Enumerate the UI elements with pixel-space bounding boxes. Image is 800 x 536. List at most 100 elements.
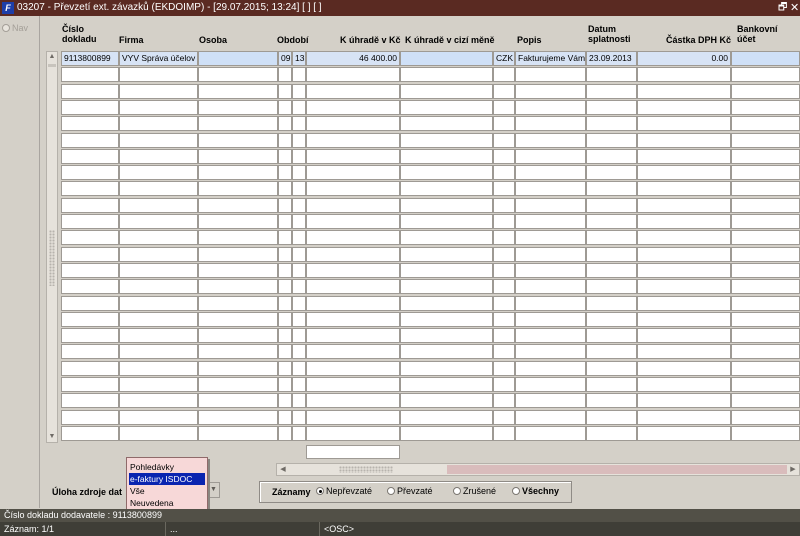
cell-k-uhrade-cizi-mena[interactable] bbox=[400, 214, 493, 229]
cell-mena[interactable] bbox=[493, 344, 515, 360]
cell-cislo-dokladu[interactable] bbox=[61, 311, 119, 327]
cell-cislo-dokladu[interactable] bbox=[61, 393, 119, 409]
cell-obdobi-rok[interactable] bbox=[292, 99, 306, 115]
cell-k-uhrade-kc[interactable] bbox=[306, 279, 400, 295]
cell-obdobi-mesic[interactable] bbox=[278, 295, 292, 311]
cell-k-uhrade-cizi-mena[interactable] bbox=[400, 393, 493, 409]
cell-castka-dph[interactable] bbox=[637, 279, 731, 295]
cell-osoba[interactable] bbox=[198, 262, 278, 278]
cell-obdobi-rok[interactable] bbox=[292, 377, 306, 392]
cell-k-uhrade-cizi-mena[interactable] bbox=[400, 246, 493, 262]
cell-mena[interactable] bbox=[493, 311, 515, 327]
cell-k-uhrade-cizi-mena[interactable] bbox=[400, 409, 493, 425]
scrollbar-thumb[interactable] bbox=[48, 64, 56, 67]
cell-castka-dph[interactable] bbox=[637, 214, 731, 229]
radio-vsechny[interactable]: Všechny bbox=[512, 486, 559, 496]
dropdown-option-e-faktury-isdoc[interactable]: e-faktury ISDOC bbox=[129, 473, 205, 485]
dropdown-option-neuvedena[interactable]: Neuvedena bbox=[129, 497, 205, 509]
cell-datum-splatnosti[interactable] bbox=[586, 360, 637, 376]
cell-k-uhrade-kc[interactable] bbox=[306, 311, 400, 327]
cell-k-uhrade-kc[interactable] bbox=[306, 246, 400, 262]
cell-cislo-dokladu[interactable] bbox=[61, 132, 119, 148]
dropdown-option-vse[interactable]: Vše bbox=[129, 485, 205, 497]
cell-mena[interactable] bbox=[493, 230, 515, 246]
cell-obdobi-rok[interactable] bbox=[292, 328, 306, 344]
cell-mena[interactable] bbox=[493, 214, 515, 229]
cell-firma[interactable] bbox=[119, 116, 198, 132]
cell-cislo-dokladu[interactable] bbox=[61, 165, 119, 181]
cell-mena[interactable] bbox=[493, 246, 515, 262]
cell-firma[interactable] bbox=[119, 165, 198, 181]
cell-cislo-dokladu[interactable] bbox=[61, 181, 119, 197]
cell-castka-dph[interactable] bbox=[637, 99, 731, 115]
cell-datum-splatnosti[interactable] bbox=[586, 99, 637, 115]
cell-k-uhrade-kc[interactable] bbox=[306, 262, 400, 278]
cell-firma[interactable] bbox=[119, 377, 198, 392]
cell-obdobi-mesic[interactable] bbox=[278, 344, 292, 360]
cell-obdobi-rok[interactable] bbox=[292, 344, 306, 360]
cell-osoba[interactable] bbox=[198, 83, 278, 99]
cell-obdobi-rok[interactable] bbox=[292, 393, 306, 409]
cell-castka-dph[interactable] bbox=[637, 344, 731, 360]
cell-castka-dph[interactable]: 0.00 bbox=[637, 51, 731, 66]
cell-mena[interactable] bbox=[493, 116, 515, 132]
cell-k-uhrade-kc[interactable] bbox=[306, 181, 400, 197]
column-header-popis[interactable]: Popis bbox=[517, 35, 542, 45]
cell-obdobi-mesic[interactable] bbox=[278, 181, 292, 197]
cell-bankovni-ucet[interactable] bbox=[731, 344, 800, 360]
cell-datum-splatnosti[interactable] bbox=[586, 328, 637, 344]
cell-osoba[interactable] bbox=[198, 230, 278, 246]
cell-cislo-dokladu[interactable] bbox=[61, 214, 119, 229]
cell-k-uhrade-cizi-mena[interactable] bbox=[400, 230, 493, 246]
cell-castka-dph[interactable] bbox=[637, 67, 731, 83]
cell-k-uhrade-kc[interactable] bbox=[306, 393, 400, 409]
cell-bankovni-ucet[interactable] bbox=[731, 262, 800, 278]
cell-mena[interactable] bbox=[493, 67, 515, 83]
task-source-dropdown[interactable]: Pohledávky e-faktury ISDOC Vše Neuvedena bbox=[126, 457, 208, 513]
cell-bankovni-ucet[interactable] bbox=[731, 181, 800, 197]
cell-firma[interactable] bbox=[119, 295, 198, 311]
scroll-right-icon[interactable]: ▶ bbox=[787, 464, 799, 475]
cell-obdobi-mesic[interactable] bbox=[278, 230, 292, 246]
cell-obdobi-mesic[interactable] bbox=[278, 425, 292, 441]
cell-k-uhrade-kc[interactable] bbox=[306, 230, 400, 246]
cell-obdobi-rok[interactable] bbox=[292, 425, 306, 441]
radio-neprevzate[interactable]: Nepřevzaté bbox=[316, 486, 372, 496]
cell-k-uhrade-cizi-mena[interactable] bbox=[400, 425, 493, 441]
cell-firma[interactable] bbox=[119, 181, 198, 197]
cell-osoba[interactable] bbox=[198, 99, 278, 115]
cell-osoba[interactable] bbox=[198, 344, 278, 360]
cell-firma[interactable] bbox=[119, 279, 198, 295]
cell-firma[interactable] bbox=[119, 83, 198, 99]
cell-obdobi-mesic[interactable] bbox=[278, 197, 292, 213]
cell-datum-splatnosti[interactable] bbox=[586, 311, 637, 327]
cell-obdobi-mesic[interactable] bbox=[278, 67, 292, 83]
cell-bankovni-ucet[interactable] bbox=[731, 148, 800, 164]
cell-obdobi-rok[interactable] bbox=[292, 214, 306, 229]
cell-cislo-dokladu[interactable] bbox=[61, 344, 119, 360]
cell-k-uhrade-kc[interactable] bbox=[306, 83, 400, 99]
cell-k-uhrade-kc[interactable] bbox=[306, 377, 400, 392]
column-header-k-uhrade-cizi-mena[interactable]: K úhradě v cizí měně bbox=[405, 35, 495, 45]
cell-popis[interactable] bbox=[515, 132, 586, 148]
cell-firma[interactable]: VYV Správa účelov bbox=[119, 51, 198, 66]
cell-k-uhrade-cizi-mena[interactable] bbox=[400, 83, 493, 99]
radio-prevzate[interactable]: Převzaté bbox=[387, 486, 433, 496]
cell-osoba[interactable] bbox=[198, 181, 278, 197]
cell-k-uhrade-cizi-mena[interactable] bbox=[400, 377, 493, 392]
cell-popis[interactable] bbox=[515, 295, 586, 311]
cell-popis[interactable] bbox=[515, 344, 586, 360]
cell-datum-splatnosti[interactable] bbox=[586, 83, 637, 99]
cell-mena[interactable] bbox=[493, 425, 515, 441]
cell-obdobi-rok[interactable] bbox=[292, 409, 306, 425]
cell-obdobi-mesic[interactable] bbox=[278, 83, 292, 99]
cell-datum-splatnosti[interactable] bbox=[586, 344, 637, 360]
cell-k-uhrade-cizi-mena[interactable] bbox=[400, 328, 493, 344]
cell-obdobi-rok[interactable] bbox=[292, 246, 306, 262]
cell-firma[interactable] bbox=[119, 246, 198, 262]
cell-bankovni-ucet[interactable] bbox=[731, 99, 800, 115]
cell-mena[interactable] bbox=[493, 328, 515, 344]
cell-k-uhrade-cizi-mena[interactable] bbox=[400, 132, 493, 148]
cell-mena[interactable] bbox=[493, 393, 515, 409]
dropdown-option-pohledavky[interactable]: Pohledávky bbox=[129, 461, 205, 473]
